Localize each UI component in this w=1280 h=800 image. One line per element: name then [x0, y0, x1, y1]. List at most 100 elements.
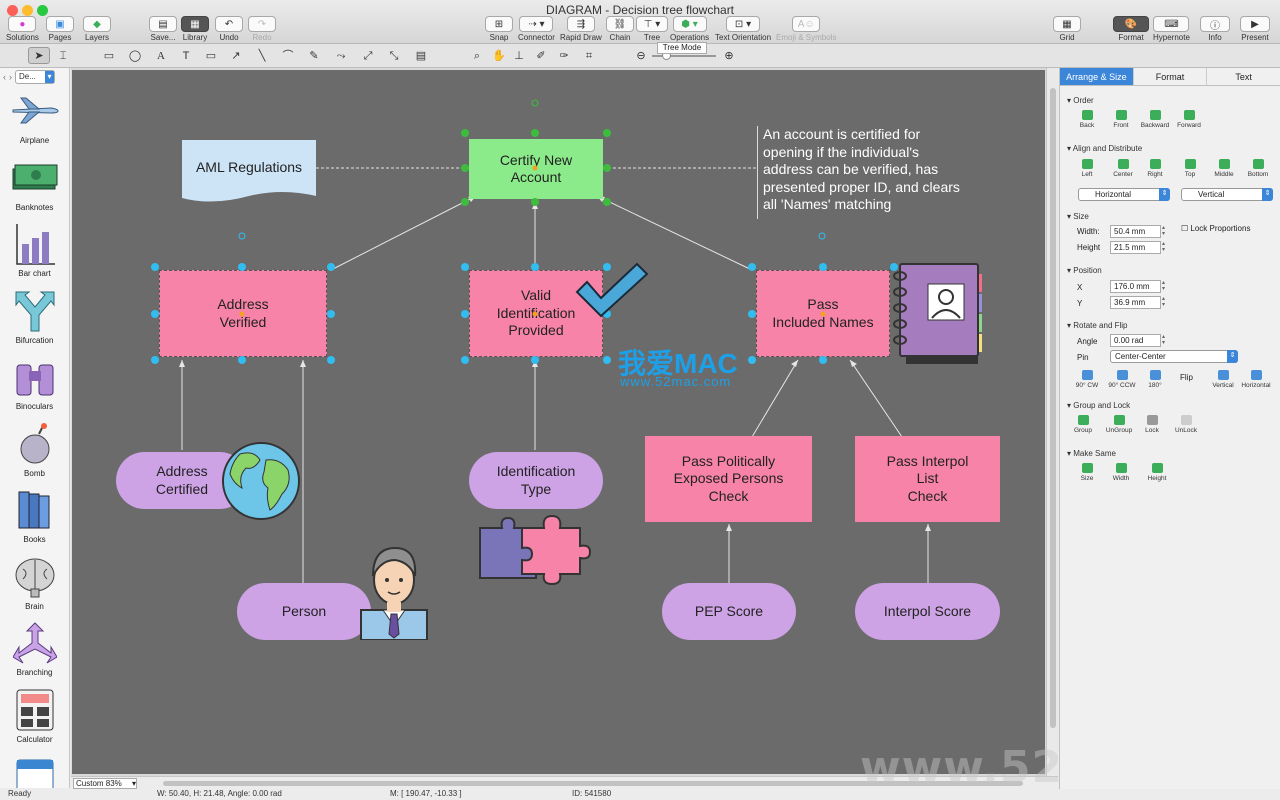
library-item-branching[interactable]: Branching [0, 618, 69, 685]
align-section-title[interactable]: ▾ Align and Distribute [1067, 144, 1142, 153]
tab-text[interactable]: Text [1207, 68, 1280, 85]
library-selector[interactable]: De... ▾ [15, 70, 55, 84]
distribute-vertical-select[interactable]: Vertical ⇕ [1181, 188, 1273, 201]
y-field[interactable]: 36.9 mm [1110, 296, 1161, 309]
group-button[interactable]: Group [1064, 415, 1102, 434]
hypernote-button[interactable]: ⌨ Hypernote [1153, 16, 1190, 42]
align-middle-button[interactable]: Middle [1205, 159, 1243, 178]
pointer-tool-icon[interactable]: ➤ [28, 47, 50, 64]
x-stepper[interactable]: ▴ ▾ [1162, 280, 1169, 293]
save-button[interactable]: ▤ Save... [149, 16, 177, 42]
angle-stepper[interactable]: ▴ ▾ [1162, 334, 1169, 347]
align-bottom-button[interactable]: Bottom [1239, 159, 1277, 178]
zoom-out-icon[interactable]: ⊖ [630, 47, 652, 64]
diagram-canvas[interactable]: AML Regulations Certify New Account An a… [72, 70, 1045, 774]
make-same-width-button[interactable]: Width [1102, 463, 1140, 482]
pep-score-node[interactable]: PEP Score [662, 583, 796, 640]
library-button[interactable]: ▦ Library [181, 16, 209, 42]
height-field[interactable]: 21.5 mm [1110, 241, 1161, 254]
lock-proportions-checkbox[interactable]: ☐ Lock Proportions [1181, 224, 1250, 233]
group-section-title[interactable]: ▾ Group and Lock [1067, 401, 1130, 410]
library-item-banknotes[interactable]: Banknotes [0, 153, 69, 220]
info-button[interactable]: ⓘ Info [1200, 16, 1230, 42]
operations-button[interactable]: ⬢ ▾ Operations [670, 16, 709, 42]
make-same-height-button[interactable]: Height [1138, 463, 1176, 482]
library-item-calculator[interactable]: Calculator [0, 685, 69, 752]
text-box-tool-icon[interactable]: T [175, 47, 197, 64]
x-field[interactable]: 176.0 mm [1110, 280, 1161, 293]
zoom-tool-icon[interactable]: ⌕ [466, 47, 488, 64]
width-stepper[interactable]: ▴ ▾ [1162, 225, 1169, 238]
identification-type-node[interactable]: Identification Type [469, 452, 603, 509]
grid-button[interactable]: ▦ Grid [1053, 16, 1081, 42]
make-same-size-button[interactable]: Size [1068, 463, 1106, 482]
rotate-90cw-button[interactable]: 90° CW [1068, 370, 1106, 389]
present-button[interactable]: ▶ Present [1240, 16, 1270, 42]
zoom-select[interactable]: Custom 83% ▾ [73, 778, 137, 789]
certification-note[interactable]: An account is certified for opening if t… [757, 126, 977, 219]
undo-button[interactable]: ↶ Undo [215, 16, 243, 42]
angle-field[interactable]: 0.00 rad [1110, 334, 1161, 347]
chain-button[interactable]: ⛓ Chain [606, 16, 634, 42]
library-item-bifurcation[interactable]: Bifurcation [0, 286, 69, 353]
text-tool-icon[interactable]: A [150, 47, 172, 64]
hand-tool-icon[interactable]: ✋ [488, 47, 510, 64]
text-select-tool-icon[interactable]: ⌶ [52, 47, 74, 64]
y-stepper[interactable]: ▴ ▾ [1162, 296, 1169, 309]
pen-tool-icon[interactable]: ✎ [303, 47, 325, 64]
lock-button[interactable]: Lock [1133, 415, 1171, 434]
line-tool-icon[interactable]: ╲ [251, 47, 273, 64]
eyedropper-tool-icon[interactable]: ✐ [530, 47, 552, 64]
connector-tool-icon[interactable]: ⤢ [357, 47, 379, 64]
zoom-slider[interactable] [652, 51, 716, 60]
library-item-binoculars[interactable]: Binoculars [0, 352, 69, 419]
width-field[interactable]: 50.4 mm [1110, 225, 1161, 238]
aml-regulations-node[interactable]: AML Regulations [182, 140, 316, 196]
align-top-button[interactable]: Top [1171, 159, 1209, 178]
library-item-bar-chart[interactable]: Bar chart [0, 219, 69, 286]
size-section-title[interactable]: ▾ Size [1067, 212, 1089, 221]
align-right-button[interactable]: Right [1136, 159, 1174, 178]
person-node[interactable]: Person [237, 583, 371, 640]
order-back-button[interactable]: Back [1068, 110, 1106, 129]
make-same-section-title[interactable]: ▾ Make Same [1067, 449, 1116, 458]
snap-button[interactable]: ⊞ Snap [485, 16, 513, 42]
callout-tool-icon[interactable]: ▭ [200, 47, 222, 64]
order-backward-button[interactable]: Backward [1136, 110, 1174, 129]
library-item-brain[interactable]: Brain [0, 552, 69, 619]
certify-new-account-node[interactable]: Certify New Account [469, 139, 603, 199]
library-item-bomb[interactable]: Bomb [0, 419, 69, 486]
vertical-scroll-thumb[interactable] [1050, 88, 1056, 728]
pages-button[interactable]: ▣ Pages [46, 16, 74, 42]
library-item-books[interactable]: Books [0, 485, 69, 552]
emoji-symbols-button[interactable]: A☺ Emoji & Symbols [776, 16, 836, 42]
rapid-draw-button[interactable]: ⇶ Rapid Draw [560, 16, 602, 42]
address-verified-node[interactable]: Address Verified [159, 270, 327, 357]
arc-tool-icon[interactable]: ⌒ [277, 47, 299, 64]
height-stepper[interactable]: ▴ ▾ [1162, 241, 1169, 254]
align-left-button[interactable]: Left [1068, 159, 1106, 178]
zoom-in-icon[interactable]: ⊕ [718, 47, 740, 64]
ellipse-tool-icon[interactable]: ◯ [124, 47, 146, 64]
text-orientation-button[interactable]: ⊡ ▾ Text Orientation [715, 16, 771, 42]
arrow-tool-icon[interactable]: ↗ [225, 47, 247, 64]
distribute-horizontal-select[interactable]: Horizontal ⇕ [1078, 188, 1170, 201]
layers-button[interactable]: ◆ Layers [83, 16, 111, 42]
tree-button[interactable]: ⊤ ▾ Tree [636, 16, 668, 42]
pep-check-node[interactable]: Pass Politically Exposed Persons Check [645, 436, 812, 522]
smart-connector-tool-icon[interactable]: ⤡ [383, 47, 405, 64]
order-front-button[interactable]: Front [1102, 110, 1140, 129]
forward-arrow-icon[interactable]: › [9, 72, 12, 82]
rotate-180-button[interactable]: 180° [1136, 370, 1174, 389]
interpol-check-node[interactable]: Pass Interpol List Check [855, 436, 1000, 522]
vertical-scrollbar[interactable] [1046, 68, 1058, 776]
tab-arrange-size[interactable]: Arrange & Size [1060, 68, 1134, 85]
order-section-title[interactable]: ▾ Order [1067, 96, 1094, 105]
crop-tool-icon[interactable]: ⌗ [578, 47, 600, 64]
connector-button[interactable]: ⇢ ▾ Connector [518, 16, 555, 42]
library-item-calendar[interactable] [0, 751, 69, 788]
format-button[interactable]: 🎨 Format [1113, 16, 1149, 42]
rotate-section-title[interactable]: ▾ Rotate and Flip [1067, 321, 1128, 330]
pass-included-names-node[interactable]: Pass Included Names [756, 270, 890, 357]
tab-format[interactable]: Format [1134, 68, 1208, 85]
